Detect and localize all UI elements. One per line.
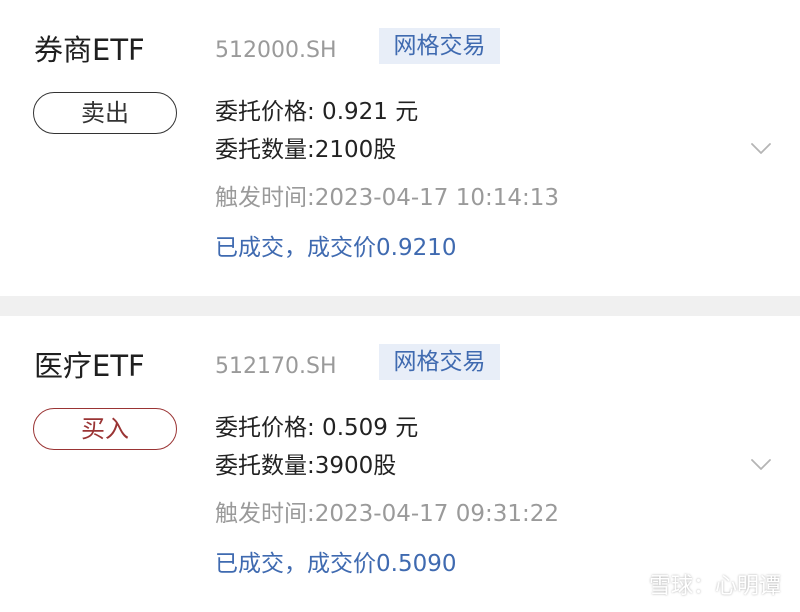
fund-code: 512000.SH xyxy=(215,38,337,63)
sell-button[interactable]: 卖出 xyxy=(33,92,177,134)
strategy-tag: 网格交易 xyxy=(379,28,500,64)
fund-name: 券商ETF xyxy=(34,33,145,67)
order-price: 委托价格: 0.921 元 xyxy=(215,99,419,125)
chevron-down-icon[interactable] xyxy=(748,135,774,161)
fill-status: 已成交，成交价0.9210 xyxy=(215,235,457,261)
buy-button[interactable]: 买入 xyxy=(33,408,177,450)
trigger-time: 触发时间:2023-04-17 10:14:13 xyxy=(215,185,560,211)
order-card[interactable]: 医疗ETF 512170.SH 网格交易 买入 委托价格: 0.509 元 委托… xyxy=(0,316,800,612)
snowball-logo-icon xyxy=(614,576,636,598)
watermark-text: 雪球：心明谭 xyxy=(649,574,782,599)
chevron-down-icon[interactable] xyxy=(748,451,774,477)
fill-status: 已成交，成交价0.5090 xyxy=(215,551,457,577)
card-divider xyxy=(0,296,800,316)
strategy-tag: 网格交易 xyxy=(379,344,500,380)
order-price: 委托价格: 0.509 元 xyxy=(215,415,419,441)
fund-name: 医疗ETF xyxy=(34,349,145,383)
order-quantity: 委托数量:2100股 xyxy=(215,137,397,163)
order-quantity: 委托数量:3900股 xyxy=(215,453,397,479)
watermark: 雪球：心明谭 xyxy=(612,572,781,602)
fund-code: 512170.SH xyxy=(215,354,337,379)
order-card[interactable]: 券商ETF 512000.SH 网格交易 卖出 委托价格: 0.921 元 委托… xyxy=(0,0,800,296)
trigger-time: 触发时间:2023-04-17 09:31:22 xyxy=(215,501,560,527)
